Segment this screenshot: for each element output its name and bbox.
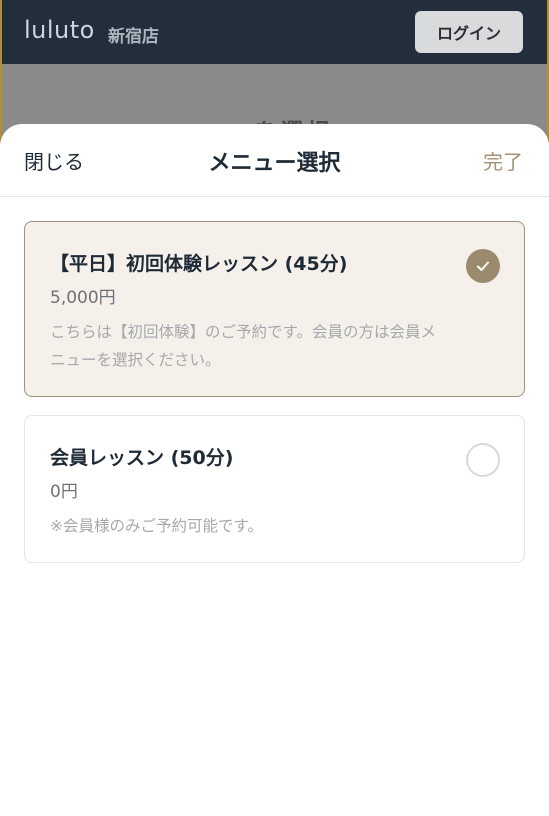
app-root: luluto 新宿店 ログイン ニューを選択 閉じる メニュー選択 完了 【平日…	[0, 0, 549, 816]
menu-list: 【平日】初回体験レッスン (45分) 5,000円 こちらは【初回体験】のご予約…	[24, 221, 525, 581]
menu-option-price: 5,000円	[50, 288, 116, 308]
store-name: 新宿店	[108, 27, 159, 47]
sheet-title: メニュー選択	[208, 151, 341, 176]
check-icon	[477, 261, 489, 271]
menu-option-trial-lesson[interactable]: 【平日】初回体験レッスン (45分) 5,000円 こちらは【初回体験】のご予約…	[24, 221, 525, 397]
login-button[interactable]: ログイン	[415, 11, 523, 53]
menu-option-description: こちらは【初回体験】のご予約です。会員の方は会員メニューを選択ください。	[50, 323, 436, 369]
sheet-header: 閉じる メニュー選択 完了	[0, 124, 549, 197]
menu-option-description: ※会員様のみご予約可能です。	[50, 517, 263, 535]
brand-logo[interactable]: luluto	[24, 16, 95, 44]
radio-checked-indicator[interactable]	[466, 249, 500, 283]
menu-select-sheet: 閉じる メニュー選択 完了 【平日】初回体験レッスン (45分) 5,000円 …	[0, 124, 549, 816]
menu-option-price: 0円	[50, 482, 78, 502]
menu-option-title: 【平日】初回体験レッスン (45分)	[50, 253, 348, 275]
radio-empty-icon[interactable]	[466, 443, 500, 477]
menu-option-title: 会員レッスン (50分)	[50, 447, 234, 469]
top-navigation-bar: luluto 新宿店 ログイン	[0, 0, 549, 64]
done-button[interactable]: 完了	[483, 146, 523, 175]
menu-option-member-lesson[interactable]: 会員レッスン (50分) 0円 ※会員様のみご予約可能です。	[24, 415, 525, 563]
